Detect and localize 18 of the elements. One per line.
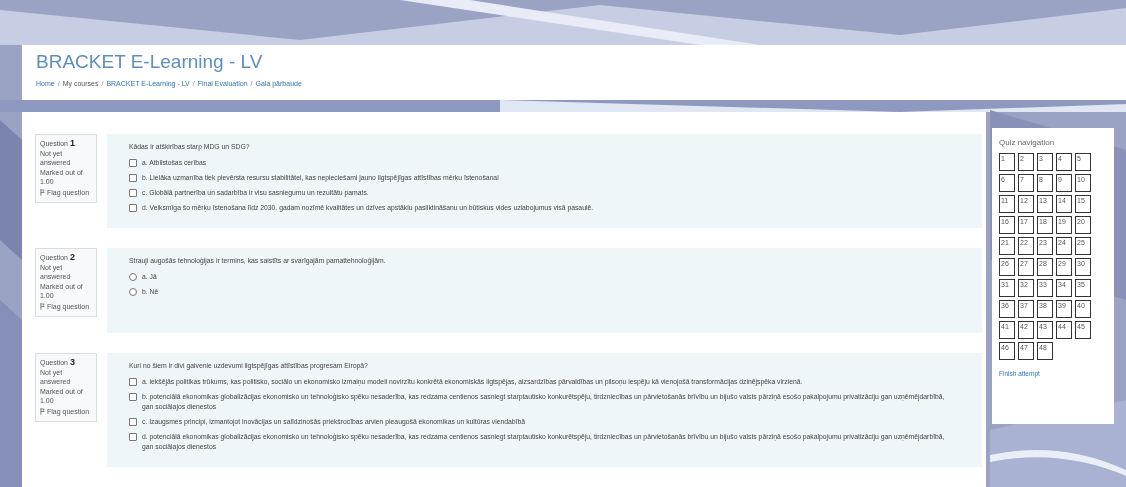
panel-title: Quiz navigation bbox=[999, 138, 1056, 147]
question-number: 1 bbox=[70, 138, 76, 148]
question-number: 3 bbox=[70, 357, 76, 367]
question-number: 2 bbox=[70, 252, 76, 262]
checkbox[interactable] bbox=[129, 159, 137, 167]
radio-button[interactable] bbox=[129, 273, 137, 281]
checkbox[interactable] bbox=[129, 393, 137, 401]
checkbox[interactable] bbox=[129, 189, 137, 197]
checkbox[interactable] bbox=[129, 433, 137, 441]
radio-button[interactable] bbox=[129, 288, 137, 296]
flag-icon bbox=[40, 408, 45, 415]
page-title: BRACKET E-Learning - LV bbox=[36, 51, 264, 73]
checkbox[interactable] bbox=[129, 418, 137, 426]
checkbox[interactable] bbox=[129, 378, 137, 386]
flag-icon bbox=[40, 189, 45, 196]
checkbox[interactable] bbox=[129, 204, 137, 212]
flag-icon bbox=[40, 303, 45, 310]
checkbox[interactable] bbox=[129, 174, 137, 182]
